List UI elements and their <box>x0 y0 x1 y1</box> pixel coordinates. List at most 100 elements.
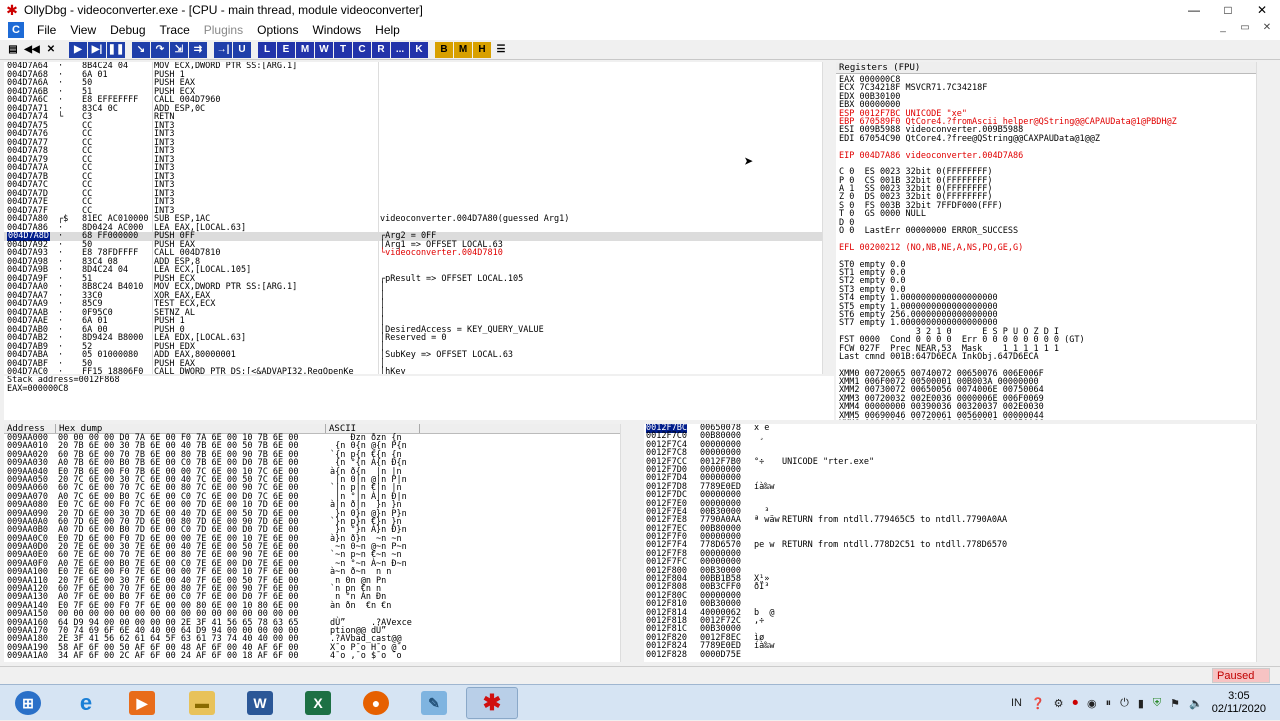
log-window-button[interactable]: L <box>258 41 276 58</box>
disassembly-row[interactable]: 004D7A6C · E8 EFFEFFFF CALL 004D7960 <box>4 96 834 105</box>
taskbar-excel[interactable]: X <box>292 687 344 719</box>
register-line[interactable]: EFL 00200212 (NO,NB,NE,A,NS,PO,GE,G) <box>836 243 1268 252</box>
menu-help[interactable]: Help <box>368 23 407 37</box>
disassembly-row[interactable]: 004D7A74 └ C3 RETN <box>4 113 834 122</box>
dump-header-ascii[interactable]: ASCII <box>326 424 420 434</box>
menu-debug[interactable]: Debug <box>103 23 152 37</box>
disassembly-row[interactable]: 004D7A71 · 83C4 0C ADD ESP,0C <box>4 104 834 114</box>
call-stack-button[interactable]: K <box>410 41 428 58</box>
menu-options[interactable]: Options <box>250 23 305 37</box>
pause-icon[interactable]: ❚❚ <box>107 41 125 58</box>
threads-button[interactable]: T <box>334 41 352 58</box>
disassembly-row[interactable]: 004D7A7A CC INT3 <box>4 164 834 173</box>
clock[interactable]: 3:05 02/11/2020 <box>1212 690 1266 716</box>
disassembly-row[interactable]: 004D7AB2 · 8D9424 B8000 LEA EDX,[LOCAL.63] │… <box>4 334 834 343</box>
trace-into-icon[interactable]: ⇲ <box>170 41 188 58</box>
flag-icon[interactable]: ⚑ <box>1170 697 1180 710</box>
hardware-breakpoints-button[interactable]: H <box>473 41 491 58</box>
disassembly-row[interactable]: 004D7A6A · 50 PUSH EAX <box>4 79 834 88</box>
register-line[interactable]: T 0 GS 0000 NULL <box>836 210 1268 219</box>
open-icon[interactable]: ▤ <box>4 42 22 58</box>
disassembly-row[interactable]: 004D7A77 CC INT3 <box>4 138 834 148</box>
disassembly-row[interactable]: 004D7A78 CC INT3 <box>4 147 834 156</box>
windows-button[interactable]: W <box>315 41 333 58</box>
disassembly-row[interactable]: 004D7A7E CC INT3 <box>4 198 834 207</box>
taskbar-firefox[interactable]: ● <box>350 687 402 719</box>
menu-trace[interactable]: Trace <box>153 23 197 37</box>
dump-header-address[interactable]: Address <box>4 424 56 434</box>
stack-pane[interactable]: 0012F7BC 00650078 x e 0012F7C0 00B80000 ¸ 001… <box>644 424 1268 662</box>
execute-till-return-icon[interactable]: →| <box>214 41 232 58</box>
menu-file[interactable]: File <box>30 23 63 37</box>
stack-row[interactable]: 0012F828 0000D75E <box>644 651 1268 659</box>
menu-plugins[interactable]: Plugins <box>197 23 250 37</box>
hex-dump-pane[interactable]: Address Hex dump ASCII 009AA000 00 00 00 … <box>4 424 632 662</box>
cpu-button[interactable]: C <box>353 41 371 58</box>
rewind-icon[interactable]: ◀◀ <box>23 42 41 58</box>
close-icon[interactable]: ✕ <box>42 42 60 58</box>
executables-button[interactable]: E <box>277 41 295 58</box>
stack-scrollbar[interactable] <box>1256 424 1268 662</box>
disassembly-row[interactable]: 004D7A79 CC INT3 <box>4 155 834 165</box>
disassembler-scrollbar[interactable] <box>822 62 834 374</box>
register-line[interactable]: ECX 7C34218F MSVCR71.7C34218F <box>836 84 1268 93</box>
record-icon[interactable]: ⏺ <box>1073 697 1079 710</box>
disassembly-row[interactable]: 004D7A64 · 8B4C24 04 MOV ECX,DWORD PTR SS:[… <box>4 62 834 71</box>
run-icon[interactable]: ▶ <box>69 41 87 58</box>
disassembly-row[interactable]: 004D7AA7 · 33C0 XOR EAX,EAX │ <box>4 291 834 301</box>
trace-over-icon[interactable]: ⇉ <box>189 41 207 58</box>
disassembly-row[interactable]: 004D7A7B CC INT3 <box>4 172 834 182</box>
volume-icon[interactable]: 🔈 <box>1189 697 1203 710</box>
camera-icon[interactable]: ◉ <box>1087 697 1097 710</box>
disassembly-row[interactable]: 004D7A75 CC INT3 <box>4 121 834 131</box>
menu-windows[interactable]: Windows <box>305 23 368 37</box>
disassembly-row[interactable]: 004D7AC0 · FF15 18806F0 CALL DWORD PTR DS:[… <box>4 368 834 374</box>
shield-icon[interactable]: ⛨ <box>1153 697 1161 710</box>
taskbar-explorer[interactable]: ▬ <box>176 687 228 719</box>
taskbar-ie[interactable]: e <box>60 687 112 719</box>
power-icon[interactable]: ⏻ <box>1120 697 1129 710</box>
disassembly-row[interactable]: 004D7ABA · 05 01000080 ADD EAX,80000001 │Sub… <box>4 351 834 360</box>
disassembly-row[interactable]: 004D7A7C CC INT3 <box>4 181 834 190</box>
gear-icon[interactable]: ⚙ <box>1054 697 1064 710</box>
disassembly-row[interactable]: 004D7A7D CC INT3 <box>4 189 834 199</box>
mdi-restore-button[interactable]: ▭ <box>1236 22 1254 33</box>
disassembly-row[interactable]: 004D7A93 · E8 78FDFFFF CALL 004D7810 └videoc… <box>4 249 834 258</box>
start-button[interactable]: ⊞ <box>2 687 54 719</box>
register-line[interactable]: O 0 LastErr 00000000 ERROR_SUCCESS <box>836 227 1268 236</box>
step-into-icon[interactable]: ↘ <box>132 41 150 58</box>
mdi-minimize-button[interactable]: _ <box>1214 22 1232 33</box>
memory-breakpoints-button[interactable]: M <box>454 41 472 58</box>
memory-map-button[interactable]: M <box>296 41 314 58</box>
disassembler-pane[interactable]: 004D7A64 · 8B4C24 04 MOV ECX,DWORD PTR SS:[… <box>4 62 834 374</box>
maximize-button[interactable]: □ <box>1214 0 1242 20</box>
dump-scrollbar[interactable] <box>620 424 632 662</box>
menu-view[interactable]: View <box>63 23 103 37</box>
run-trace-button[interactable]: ... <box>391 41 409 58</box>
disassembly-row[interactable]: 004D7A98 · 83C4 08 ADD ESP,8 <box>4 257 834 267</box>
recorder-icon[interactable]: ⏸ <box>1106 697 1112 710</box>
list-icon[interactable]: ☰ <box>492 42 510 58</box>
run-thread-icon[interactable]: ▶| <box>88 41 106 58</box>
mdi-close-button[interactable]: ✕ <box>1258 22 1276 33</box>
register-line[interactable]: Last cmnd 001B:647D6ECA InkObj.647D6ECA <box>836 352 1268 361</box>
disassembly-row[interactable]: 004D7A68 · 6A 01 PUSH 1 <box>4 70 834 80</box>
taskbar-media[interactable]: ▶ <box>116 687 168 719</box>
taskbar-ollydbg[interactable]: ✱ <box>466 687 518 719</box>
register-line[interactable]: EDI 67054C90 QtCore4.?free@QString@@CAXP… <box>836 134 1268 143</box>
network-icon[interactable]: ▮ <box>1138 697 1144 710</box>
minimize-button[interactable]: — <box>1180 0 1208 20</box>
registers-pane[interactable]: Registers (FPU) EAX 000000C8 ECX 7C34218F… <box>836 62 1268 420</box>
disassembly-row[interactable]: 004D7A76 CC INT3 <box>4 130 834 139</box>
disassembly-row[interactable]: 004D7AA0 · 8B8C24 B4010 MOV ECX,DWORD PTR S… <box>4 283 834 292</box>
register-line[interactable]: EIP 004D7A86 videoconverter.004D7A86 <box>836 151 1268 160</box>
taskbar-word[interactable]: W <box>234 687 286 719</box>
registers-scrollbar[interactable] <box>1256 62 1268 420</box>
dump-row[interactable]: 009AA1A0 34 AF 6F 00 2C AF 6F 00 24 AF 6F… <box>4 652 632 660</box>
references-button[interactable]: R <box>372 41 390 58</box>
close-button[interactable]: ✕ <box>1248 0 1276 20</box>
dump-header-hex[interactable]: Hex dump <box>56 424 326 434</box>
step-over-icon[interactable]: ↷ <box>151 41 169 58</box>
breakpoints-button[interactable]: B <box>435 41 453 58</box>
disassembly-row[interactable]: 004D7AA9 · 85C9 TEST ECX,ECX │ <box>4 300 834 309</box>
